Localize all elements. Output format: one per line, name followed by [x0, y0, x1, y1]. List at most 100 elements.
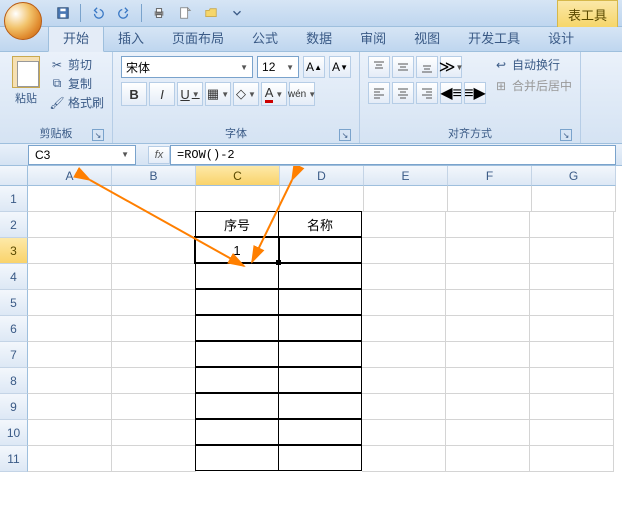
- cell-B4[interactable]: [112, 264, 196, 290]
- cell-F1[interactable]: [448, 186, 532, 212]
- cell-E7[interactable]: [362, 342, 446, 368]
- cell-D7[interactable]: [278, 341, 362, 367]
- cell-D2[interactable]: 名称: [278, 211, 362, 237]
- cell-B10[interactable]: [112, 420, 196, 446]
- cell-E4[interactable]: [362, 264, 446, 290]
- cell-G7[interactable]: [530, 342, 614, 368]
- cell-B5[interactable]: [112, 290, 196, 316]
- open-icon[interactable]: [202, 4, 220, 22]
- cell-B8[interactable]: [112, 368, 196, 394]
- cell-C5[interactable]: [195, 289, 279, 315]
- cell-F9[interactable]: [446, 394, 530, 420]
- cell-C11[interactable]: [195, 445, 279, 471]
- cell-A11[interactable]: [28, 446, 112, 472]
- cell-D8[interactable]: [278, 367, 362, 393]
- column-header[interactable]: C: [196, 166, 280, 186]
- cell-E6[interactable]: [362, 316, 446, 342]
- cell-E2[interactable]: [362, 212, 446, 238]
- office-button[interactable]: [4, 2, 42, 40]
- cell-G2[interactable]: [530, 212, 614, 238]
- cell-C6[interactable]: [195, 315, 279, 341]
- row-header[interactable]: 6: [0, 316, 28, 342]
- cell-E1[interactable]: [364, 186, 448, 212]
- cell-B7[interactable]: [112, 342, 196, 368]
- phonetic-button[interactable]: wén▼: [289, 82, 315, 106]
- column-header[interactable]: A: [28, 166, 112, 186]
- cell-B2[interactable]: [112, 212, 196, 238]
- orientation-button[interactable]: ≫▼: [440, 56, 462, 78]
- copy-button[interactable]: ⧉复制: [50, 75, 104, 92]
- align-bottom-button[interactable]: [416, 56, 438, 78]
- cell-F7[interactable]: [446, 342, 530, 368]
- cell-E3[interactable]: [362, 238, 446, 264]
- cell-G6[interactable]: [530, 316, 614, 342]
- ribbon-tab-4[interactable]: 数据: [292, 24, 346, 51]
- contextual-tab-table-tools[interactable]: 表工具: [557, 0, 618, 27]
- cell-G4[interactable]: [530, 264, 614, 290]
- font-color-button[interactable]: A▼: [261, 82, 287, 106]
- dialog-launcher-icon[interactable]: ↘: [339, 129, 351, 141]
- row-header[interactable]: 9: [0, 394, 28, 420]
- cell-A2[interactable]: [28, 212, 112, 238]
- row-header[interactable]: 2: [0, 212, 28, 238]
- align-center-button[interactable]: [392, 82, 414, 104]
- row-header[interactable]: 11: [0, 446, 28, 472]
- cell-E11[interactable]: [362, 446, 446, 472]
- wrap-text-button[interactable]: ↩自动换行: [494, 56, 572, 73]
- cell-B3[interactable]: [112, 238, 196, 264]
- select-all-corner[interactable]: [0, 166, 28, 186]
- row-header[interactable]: 1: [0, 186, 28, 212]
- cell-C4[interactable]: [195, 263, 279, 289]
- font-size-combo[interactable]: 12▼: [257, 56, 299, 78]
- cell-B1[interactable]: [112, 186, 196, 212]
- cell-E9[interactable]: [362, 394, 446, 420]
- cell-A10[interactable]: [28, 420, 112, 446]
- cell-B11[interactable]: [112, 446, 196, 472]
- align-right-button[interactable]: [416, 82, 438, 104]
- cell-A1[interactable]: [28, 186, 112, 212]
- row-header[interactable]: 10: [0, 420, 28, 446]
- cell-B6[interactable]: [112, 316, 196, 342]
- cell-D9[interactable]: [278, 393, 362, 419]
- ribbon-tab-2[interactable]: 页面布局: [158, 24, 238, 51]
- ribbon-tab-0[interactable]: 开始: [48, 23, 104, 52]
- cell-A8[interactable]: [28, 368, 112, 394]
- cell-C9[interactable]: [195, 393, 279, 419]
- cell-F10[interactable]: [446, 420, 530, 446]
- cell-G10[interactable]: [530, 420, 614, 446]
- align-top-button[interactable]: [368, 56, 390, 78]
- grow-font-button[interactable]: A▲: [303, 56, 325, 78]
- column-header[interactable]: B: [112, 166, 196, 186]
- cell-C2[interactable]: 序号: [195, 211, 279, 237]
- cell-D3[interactable]: [278, 237, 362, 263]
- cell-A5[interactable]: [28, 290, 112, 316]
- cell-F4[interactable]: [446, 264, 530, 290]
- cell-F11[interactable]: [446, 446, 530, 472]
- cell-D1[interactable]: [280, 186, 364, 212]
- column-header[interactable]: D: [280, 166, 364, 186]
- cell-F5[interactable]: [446, 290, 530, 316]
- row-header[interactable]: 3: [0, 238, 28, 264]
- merge-center-button[interactable]: ⊞合并后居中: [494, 77, 572, 94]
- undo-icon[interactable]: [89, 4, 107, 22]
- cell-C8[interactable]: [195, 367, 279, 393]
- cell-C1[interactable]: [196, 186, 280, 212]
- fx-button[interactable]: fx: [148, 146, 170, 164]
- ribbon-tab-1[interactable]: 插入: [104, 24, 158, 51]
- cell-A6[interactable]: [28, 316, 112, 342]
- cell-A7[interactable]: [28, 342, 112, 368]
- align-middle-button[interactable]: [392, 56, 414, 78]
- border-button[interactable]: ▦▼: [205, 82, 231, 106]
- row-header[interactable]: 8: [0, 368, 28, 394]
- cell-B9[interactable]: [112, 394, 196, 420]
- italic-button[interactable]: I: [149, 82, 175, 106]
- cell-G5[interactable]: [530, 290, 614, 316]
- row-header[interactable]: 4: [0, 264, 28, 290]
- ribbon-tab-6[interactable]: 视图: [400, 24, 454, 51]
- column-header[interactable]: F: [448, 166, 532, 186]
- name-box[interactable]: C3▼: [28, 145, 136, 165]
- cell-F2[interactable]: [446, 212, 530, 238]
- cell-A3[interactable]: [28, 238, 112, 264]
- fill-color-button[interactable]: ◇▼: [233, 82, 259, 106]
- cell-E10[interactable]: [362, 420, 446, 446]
